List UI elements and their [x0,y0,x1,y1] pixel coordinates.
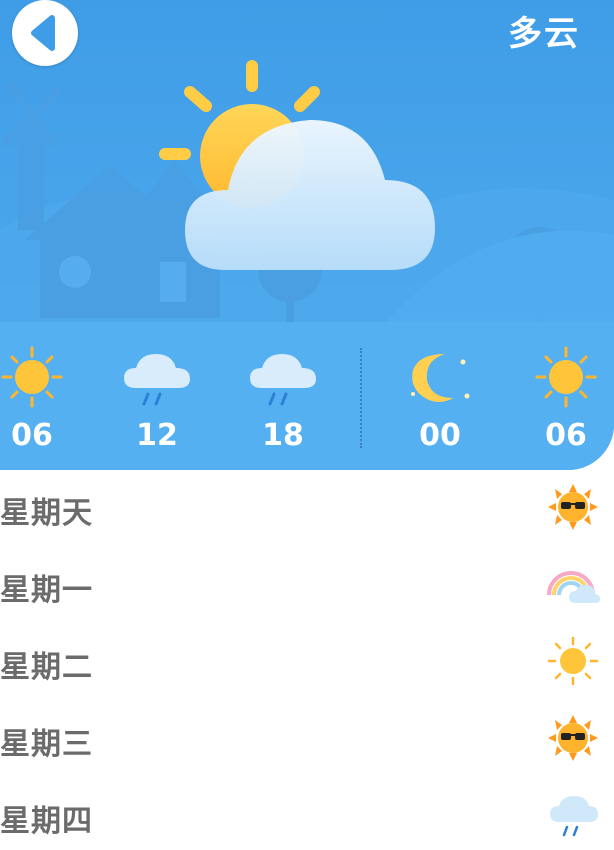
current-condition: 多云 [508,14,580,54]
hour-label: 12 [136,418,178,453]
chevron-left-icon [31,15,55,51]
sun-sunglasses-icon [548,715,598,761]
sun-icon [547,636,599,686]
cloud-rain-icon [550,796,598,837]
hour-label: 00 [419,418,461,453]
back-button[interactable] [12,0,78,66]
sun-behind-cloud-icon [159,60,435,270]
hour-label: 18 [262,418,304,453]
cloud-rain-icon [250,354,316,406]
cloud-rain-icon [124,354,190,406]
daily-row[interactable]: 星期二 [0,624,614,701]
day-name: 星期四 [0,804,93,839]
day-divider [360,348,362,448]
weather-screen: 多云 06 12 18 00 06 星期天 星期一 星期二 星期三 星期四 [0,0,614,850]
hour-item: 06 [521,330,611,470]
daily-row[interactable]: 星期一 [0,547,614,624]
hour-label: 06 [11,418,53,453]
hour-label: 06 [545,418,587,453]
hour-item: 00 [395,330,485,470]
day-name: 星期二 [0,650,93,685]
day-name: 星期天 [0,496,93,531]
hour-item: 06 [0,330,77,470]
sun-icon [535,346,597,408]
daily-row[interactable]: 星期三 [0,701,614,778]
hourly-forecast: 06 12 18 00 06 [0,330,614,470]
sun-sunglasses-icon [548,484,598,530]
day-name: 星期一 [0,573,93,608]
daily-row[interactable]: 星期四 [0,778,614,850]
hour-item: 12 [112,330,202,470]
sun-icon [1,346,63,408]
rainbow-cloud-icon [547,571,600,603]
day-name: 星期三 [0,727,93,762]
hour-item: 18 [238,330,328,470]
moon-stars-icon [411,354,470,402]
daily-row[interactable]: 星期天 [0,470,614,547]
